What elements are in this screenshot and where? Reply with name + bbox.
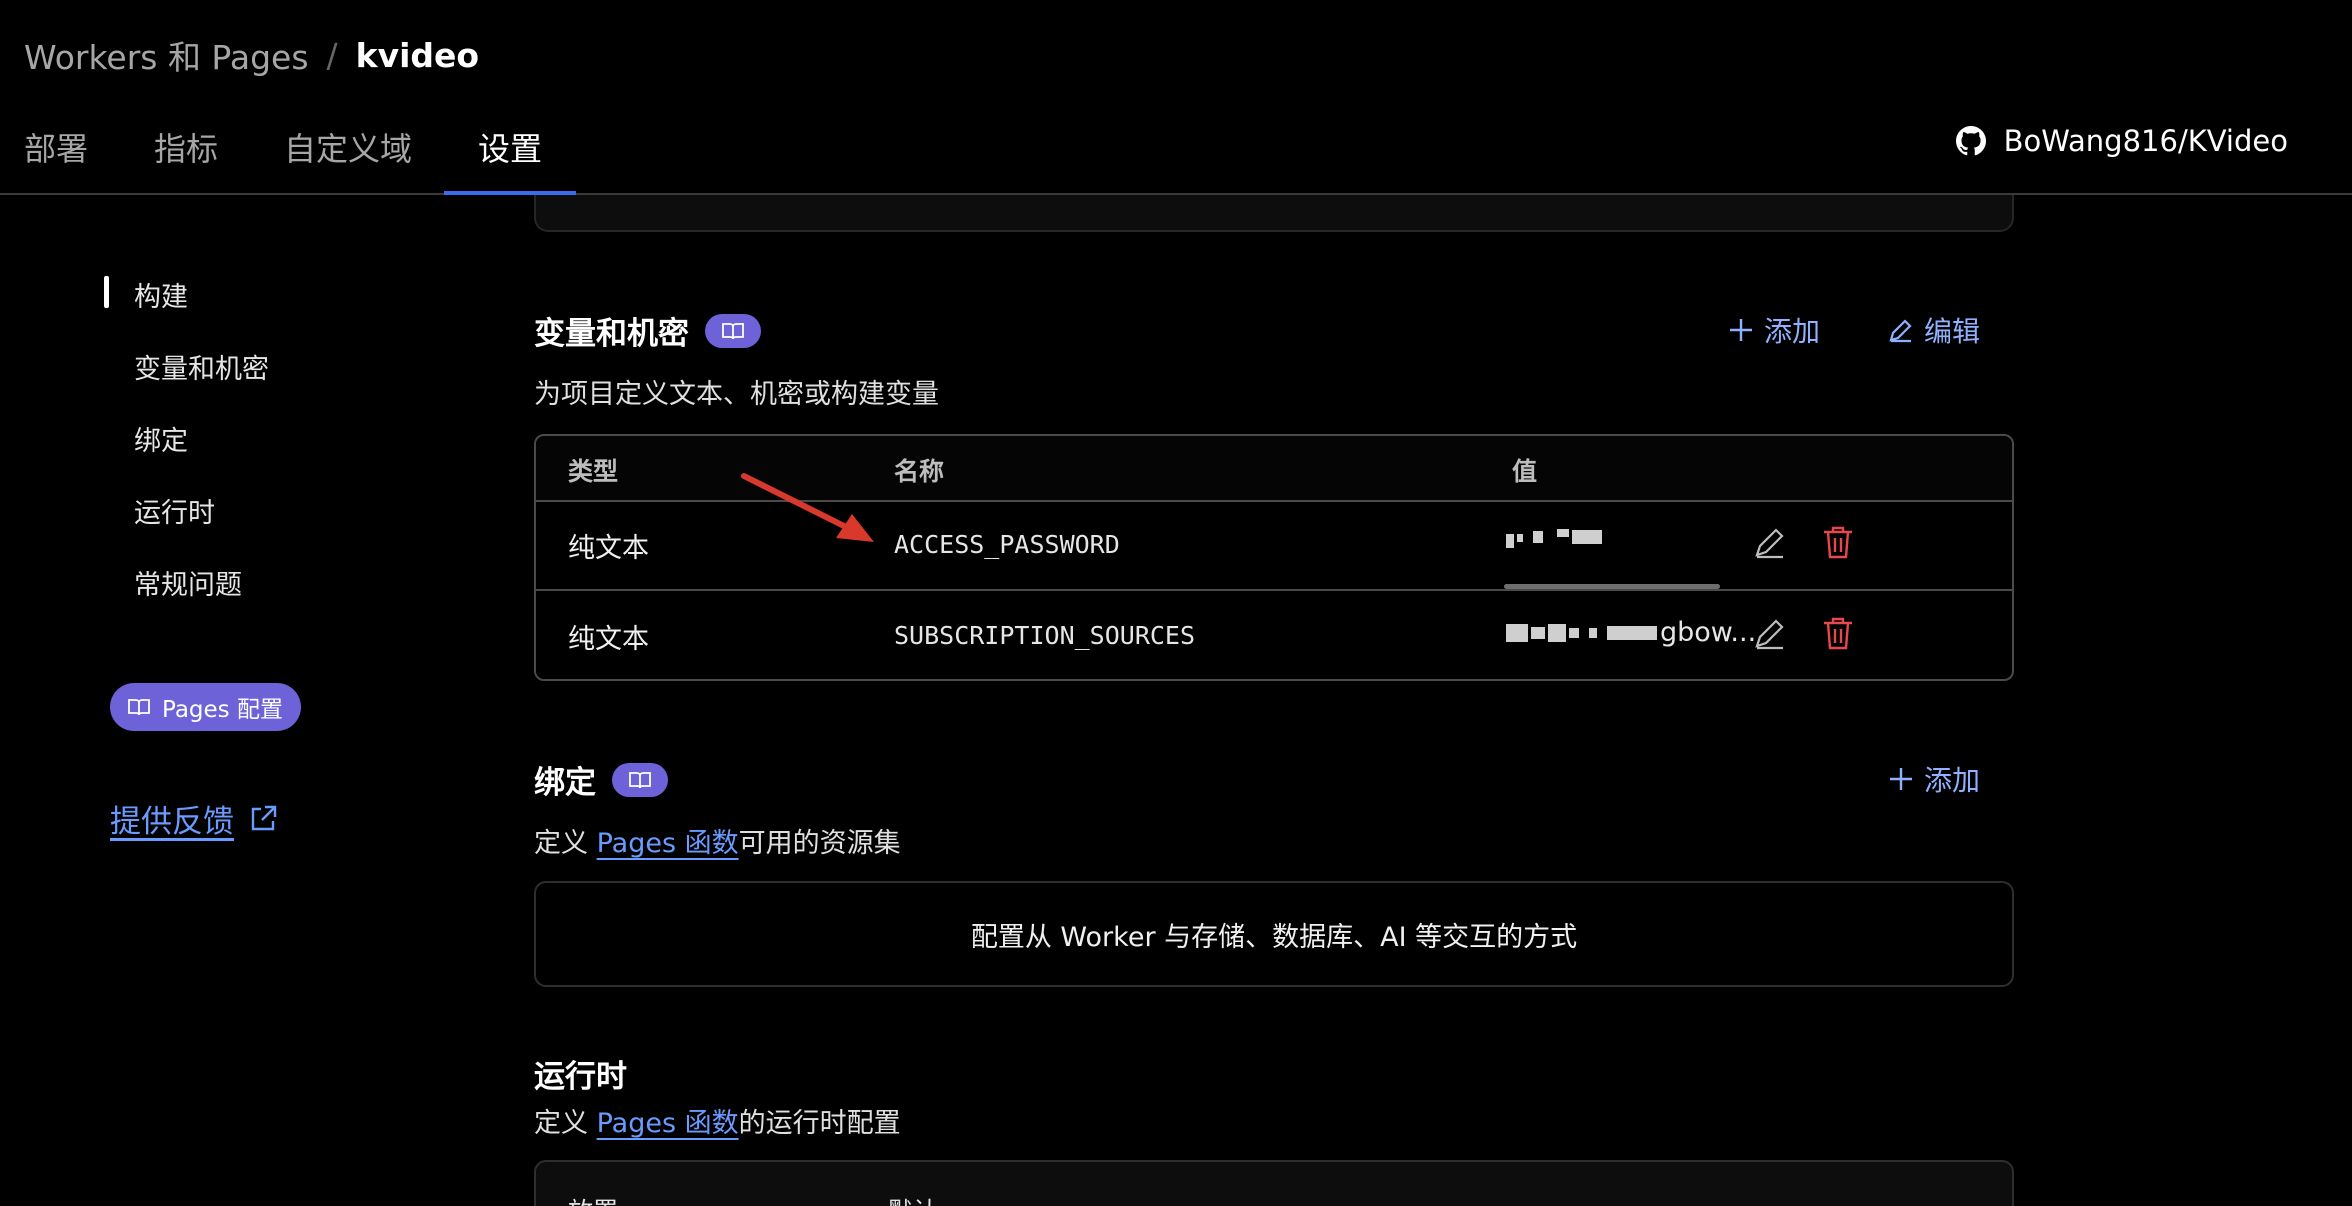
book-icon [128, 699, 150, 716]
row-name: ACCESS_PASSWORD [894, 530, 1120, 559]
row-name: SUBSCRIPTION_SOURCES [894, 621, 1196, 650]
runtime-description: 定义 Pages 函数的运行时配置 [534, 1101, 901, 1140]
runtime-card: 放置 默认 [534, 1160, 2014, 1206]
column-type: 类型 [568, 457, 619, 486]
row-value-redacted [1506, 526, 1605, 548]
feedback-label: 提供反馈 [110, 804, 234, 840]
breadcrumb-separator: / [326, 35, 338, 75]
row-value-redacted: gbow... [1506, 617, 1756, 648]
pages-functions-link[interactable]: Pages 函数 [597, 1108, 739, 1139]
variables-edit-button[interactable]: 编辑 [1888, 310, 1980, 350]
tab-settings[interactable]: 设置 [444, 118, 577, 195]
variables-add-button[interactable]: 添加 [1728, 310, 1820, 350]
delete-row-button[interactable] [1821, 615, 1861, 655]
variables-edit-label: 编辑 [1924, 315, 1981, 348]
trash-icon [1824, 617, 1852, 650]
bindings-title: 绑定 [534, 765, 596, 801]
feedback-link[interactable]: 提供反馈 [110, 796, 278, 841]
row-type: 纯文本 [568, 533, 649, 564]
pages-config-label: Pages 配置 [162, 697, 283, 723]
table-row: 纯文本 SUBSCRIPTION_SOURCES gbow... [536, 591, 2012, 679]
trash-icon [1824, 526, 1852, 559]
external-link-icon [251, 805, 277, 830]
tab-bar: 部署 指标 自定义域 设置 [0, 118, 577, 195]
placement-value: 默认 [888, 1192, 938, 1206]
variables-description: 为项目定义文本、机密或构建变量 [534, 379, 939, 410]
desc-prefix: 定义 [534, 828, 597, 859]
settings-sidebar: 构建 变量和机密 绑定 运行时 常规问题 Pages 配置 提供反馈 [0, 193, 480, 1206]
breadcrumb-parent[interactable]: Workers 和 Pages [24, 31, 309, 79]
bindings-description: 定义 Pages 函数可用的资源集 [534, 821, 901, 860]
sidebar-item-build[interactable]: 构建 [134, 275, 188, 314]
variables-section-title: 变量和机密 [534, 308, 761, 353]
desc-prefix: 定义 [534, 1108, 597, 1139]
repo-name: BoWang816/KVideo [2003, 124, 2288, 158]
desc-suffix: 可用的资源集 [738, 828, 901, 859]
plus-icon [1730, 319, 1752, 341]
edit-row-button[interactable] [1752, 615, 1792, 655]
plus-icon [1890, 768, 1912, 790]
column-name: 名称 [894, 457, 945, 486]
horizontal-scrollbar[interactable] [1504, 584, 1720, 589]
annotation-arrow-icon [741, 473, 874, 542]
sidebar-item-variables[interactable]: 变量和机密 [134, 347, 269, 386]
runtime-title: 运行时 [534, 1059, 627, 1095]
breadcrumb-current: kvideo [355, 35, 480, 75]
page: 变量和机密 添加 编辑 为项目定义文本、机密或构建变量 类型 名称 值 纯文本 … [0, 0, 2352, 1206]
pages-functions-link[interactable]: Pages 函数 [597, 828, 739, 859]
runtime-section-title: 运行时 [534, 1051, 627, 1096]
breadcrumb: Workers 和 Pages / kvideo [24, 30, 479, 80]
edit-row-button[interactable] [1752, 524, 1792, 564]
pages-config-button[interactable]: Pages 配置 [110, 683, 301, 731]
bindings-add-button[interactable]: 添加 [1888, 759, 1980, 799]
pencil-icon [1755, 619, 1784, 650]
github-icon [1955, 126, 1986, 156]
pencil-icon [1889, 319, 1912, 343]
docs-book-icon[interactable] [612, 762, 668, 797]
bindings-section-title: 绑定 [534, 757, 668, 802]
delete-row-button[interactable] [1821, 524, 1861, 564]
tab-deployments[interactable]: 部署 [24, 118, 88, 193]
github-repo-link[interactable]: BoWang816/KVideo [1955, 124, 2288, 158]
docs-book-icon[interactable] [705, 313, 761, 348]
row-value-suffix: gbow... [1660, 617, 1757, 648]
desc-suffix: 的运行时配置 [738, 1108, 901, 1139]
page-header: Workers 和 Pages / kvideo 部署 指标 自定义域 设置 B… [0, 0, 2352, 195]
sidebar-item-bindings[interactable]: 绑定 [134, 419, 188, 458]
pencil-icon [1755, 528, 1784, 559]
active-indicator [104, 276, 109, 308]
tab-metrics[interactable]: 指标 [154, 118, 218, 193]
variables-add-label: 添加 [1764, 315, 1821, 348]
tab-custom-domains[interactable]: 自定义域 [284, 118, 412, 193]
bindings-add-label: 添加 [1924, 764, 1981, 797]
row-type: 纯文本 [568, 624, 649, 655]
sidebar-item-runtime[interactable]: 运行时 [134, 491, 215, 530]
column-value: 值 [1512, 457, 1538, 486]
variables-title: 变量和机密 [534, 316, 689, 352]
sidebar-item-general[interactable]: 常规问题 [134, 563, 242, 602]
placement-label: 放置 [568, 1192, 618, 1206]
bindings-empty-state[interactable]: 配置从 Worker 与存储、数据库、AI 等交互的方式 [534, 881, 2014, 987]
